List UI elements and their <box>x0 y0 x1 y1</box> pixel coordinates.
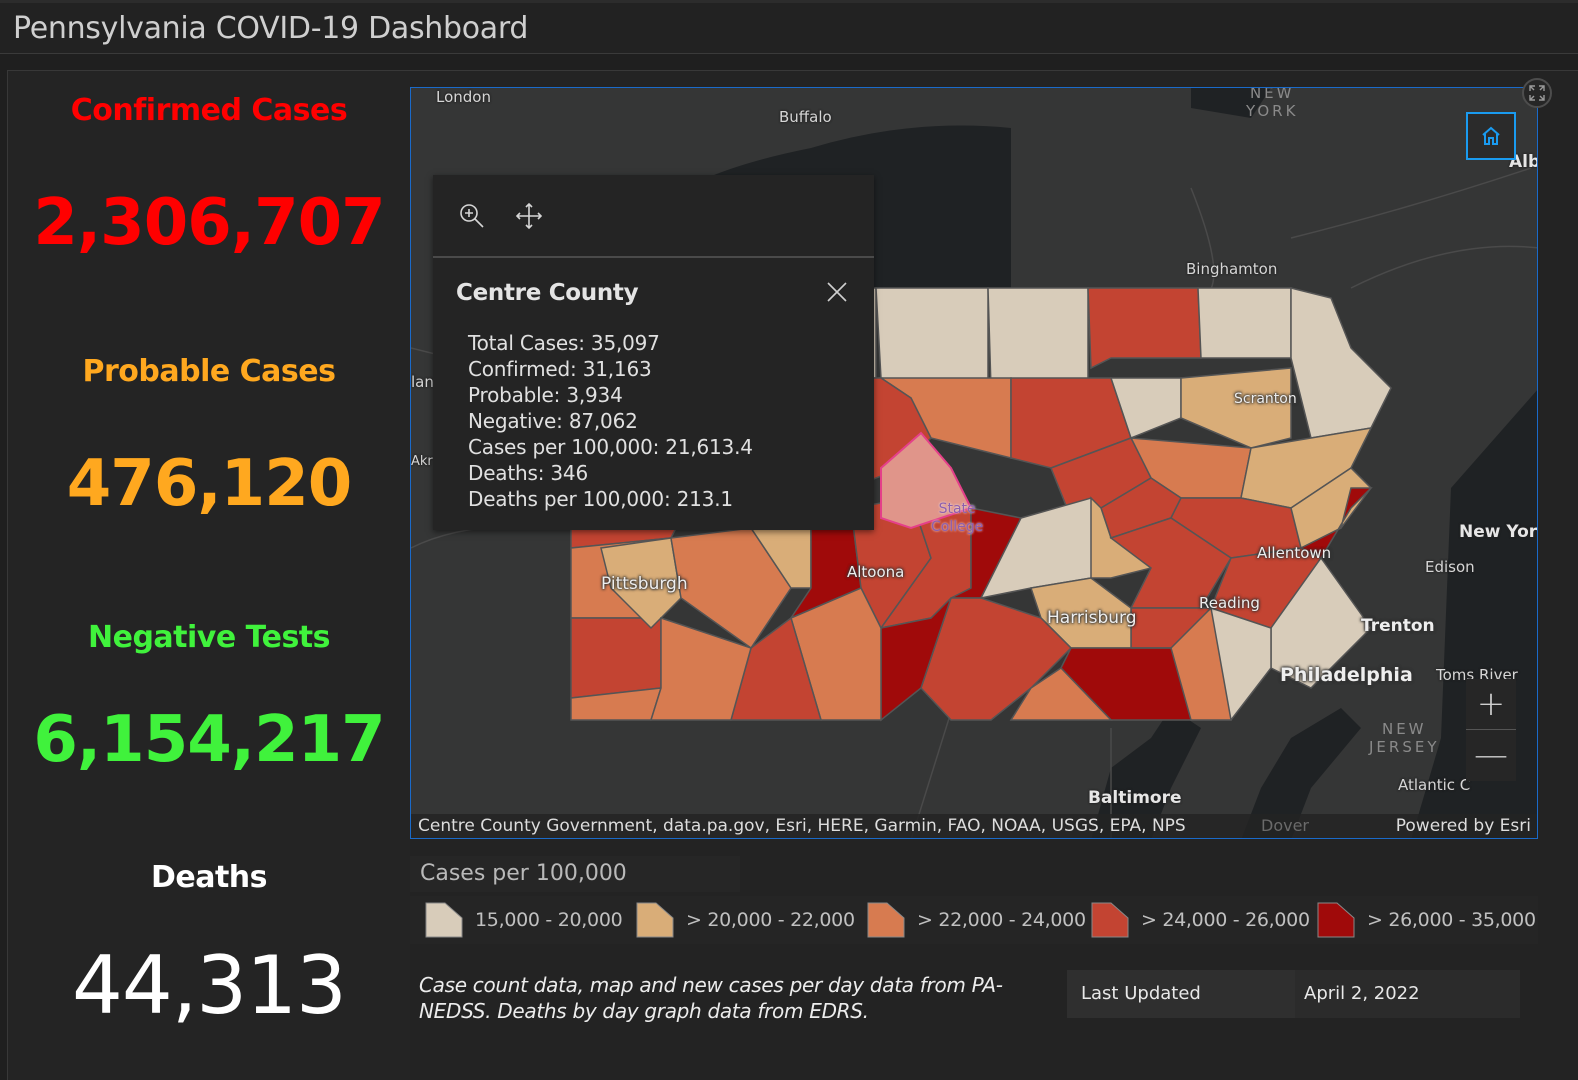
fullscreen-button[interactable] <box>1522 78 1552 108</box>
close-button[interactable] <box>825 280 851 306</box>
zoom-in-button[interactable]: + <box>1466 679 1516 729</box>
negative-tests-value: 6,154,217 <box>8 703 410 777</box>
map-label-allentown: Allentown <box>1257 544 1331 562</box>
county <box>988 288 1088 388</box>
probable-cases-value: 476,120 <box>8 447 410 521</box>
label-line: College <box>931 518 983 536</box>
legend-item: 15,000 - 20,000 <box>425 902 622 938</box>
legend-label: > 26,000 - 35,000 <box>1367 909 1536 931</box>
map-label-binghamton: Binghamton <box>1186 260 1277 278</box>
home-button[interactable] <box>1466 112 1516 160</box>
legend-item: > 20,000 - 22,000 <box>636 902 855 938</box>
move-icon <box>514 201 544 231</box>
legend-items: 15,000 - 20,000 > 20,000 - 22,000 > 22,0… <box>410 896 1538 944</box>
county-popup: Centre County Total Cases: 35,097 Confir… <box>433 175 874 530</box>
legend-swatch <box>867 902 905 938</box>
map-label-atlantic-city: Atlantic C <box>1398 776 1470 794</box>
map-label-new-york-state: NEW YORK <box>1246 87 1298 120</box>
map-label-state-college: State College <box>931 500 983 536</box>
map-label-new-york-city: New Yor <box>1459 522 1537 542</box>
county <box>876 288 988 388</box>
stats-panel: Confirmed Cases 2,306,707 Probable Cases… <box>8 71 410 1080</box>
popup-title: Centre County <box>456 280 638 306</box>
map-label-new-jersey: NEW JERSEY <box>1369 720 1440 756</box>
expand-icon <box>1528 84 1546 102</box>
last-updated-label: Last Updated <box>1067 970 1295 1018</box>
county <box>1181 368 1291 448</box>
popup-attributes: Total Cases: 35,097 Confirmed: 31,163 Pr… <box>468 330 753 512</box>
home-icon <box>1480 125 1502 147</box>
powered-by-esri[interactable]: Powered by Esri <box>1396 814 1531 838</box>
legend-item: > 24,000 - 26,000 <box>1091 902 1310 938</box>
map-label-trenton: Trenton <box>1361 616 1435 636</box>
zoom-out-button[interactable]: — <box>1466 730 1516 780</box>
popup-row: Deaths per 100,000: 213.1 <box>468 486 753 512</box>
map-label-dover: Dover <box>1261 814 1309 838</box>
stat-deaths: Deaths <box>8 860 410 895</box>
map-label-reading: Reading <box>1199 594 1260 612</box>
map-legend: Cases per 100,000 Population 15,000 - 20… <box>410 852 1538 942</box>
county <box>1088 288 1201 368</box>
legend-label: > 20,000 - 22,000 <box>686 909 855 931</box>
stat-label: Deaths <box>8 860 410 895</box>
map-label-cleveland: lan <box>411 373 434 391</box>
county <box>1291 288 1391 438</box>
stat-label: Confirmed Cases <box>8 93 410 128</box>
map-label-buffalo: Buffalo <box>779 108 832 126</box>
region-line: NEW <box>1246 87 1298 102</box>
region-line: JERSEY <box>1369 738 1440 756</box>
close-icon <box>825 280 849 304</box>
confirmed-cases-value: 2,306,707 <box>8 186 410 260</box>
map-attribution: Centre County Government, data.pa.gov, E… <box>411 814 1538 838</box>
map-label-pittsburgh: Pittsburgh <box>601 574 688 594</box>
popup-row: Probable: 3,934 <box>468 382 753 408</box>
legend-swatch <box>1317 902 1355 938</box>
map-label-london: London <box>436 88 491 106</box>
map-label-harrisburg: Harrisburg <box>1047 608 1137 628</box>
popup-row: Negative: 87,062 <box>468 408 753 434</box>
legend-swatch <box>1091 902 1129 938</box>
stat-label: Negative Tests <box>8 620 410 655</box>
zoom-to-icon <box>457 201 487 231</box>
map-label-edison: Edison <box>1425 558 1475 576</box>
map-label-scranton: Scranton <box>1234 391 1297 407</box>
popup-row: Deaths: 346 <box>468 460 753 486</box>
region-line: NEW <box>1369 720 1440 738</box>
region-line: YORK <box>1246 102 1298 120</box>
stat-negative-tests: Negative Tests <box>8 620 410 655</box>
county <box>571 618 661 698</box>
zoom-controls: + — <box>1466 679 1516 781</box>
last-updated-value: April 2, 2022 <box>1295 970 1520 1018</box>
popup-toolbar <box>433 175 874 258</box>
header-bar: Pennsylvania COVID-19 Dashboard <box>0 0 1578 54</box>
map-label-philadelphia: Philadelphia <box>1280 664 1413 686</box>
stat-confirmed-cases: Confirmed Cases <box>8 93 410 128</box>
county <box>1198 288 1291 358</box>
legend-label: > 22,000 - 24,000 <box>917 909 1086 931</box>
stat-label: Probable Cases <box>8 354 410 389</box>
data-source-note: Case count data, map and new cases per d… <box>419 972 1039 1024</box>
legend-swatch <box>425 902 463 938</box>
popup-row: Confirmed: 31,163 <box>468 356 753 382</box>
attribution-text: Centre County Government, data.pa.gov, E… <box>418 816 1186 836</box>
map-label-altoona: Altoona <box>847 563 904 581</box>
move-button[interactable] <box>514 201 544 231</box>
stat-probable-cases: Probable Cases <box>8 354 410 389</box>
legend-label: > 24,000 - 26,000 <box>1141 909 1310 931</box>
legend-label: 15,000 - 20,000 <box>475 909 622 931</box>
popup-row: Cases per 100,000: 21,613.4 <box>468 434 753 460</box>
legend-item: > 26,000 - 35,000 <box>1317 902 1536 938</box>
legend-title: Cases per 100,000 Population <box>410 856 740 892</box>
map-label-baltimore: Baltimore <box>1088 788 1182 808</box>
last-updated-table: Last Updated April 2, 2022 <box>1067 970 1520 1018</box>
legend-swatch <box>636 902 674 938</box>
map-label-akron: Akr <box>411 454 433 469</box>
legend-item: > 22,000 - 24,000 <box>867 902 1086 938</box>
deaths-value: 44,313 <box>8 939 410 1032</box>
dashboard-title: Pennsylvania COVID-19 Dashboard <box>13 11 528 46</box>
zoom-to-button[interactable] <box>457 201 487 231</box>
label-line: State <box>931 500 983 518</box>
popup-row: Total Cases: 35,097 <box>468 330 753 356</box>
